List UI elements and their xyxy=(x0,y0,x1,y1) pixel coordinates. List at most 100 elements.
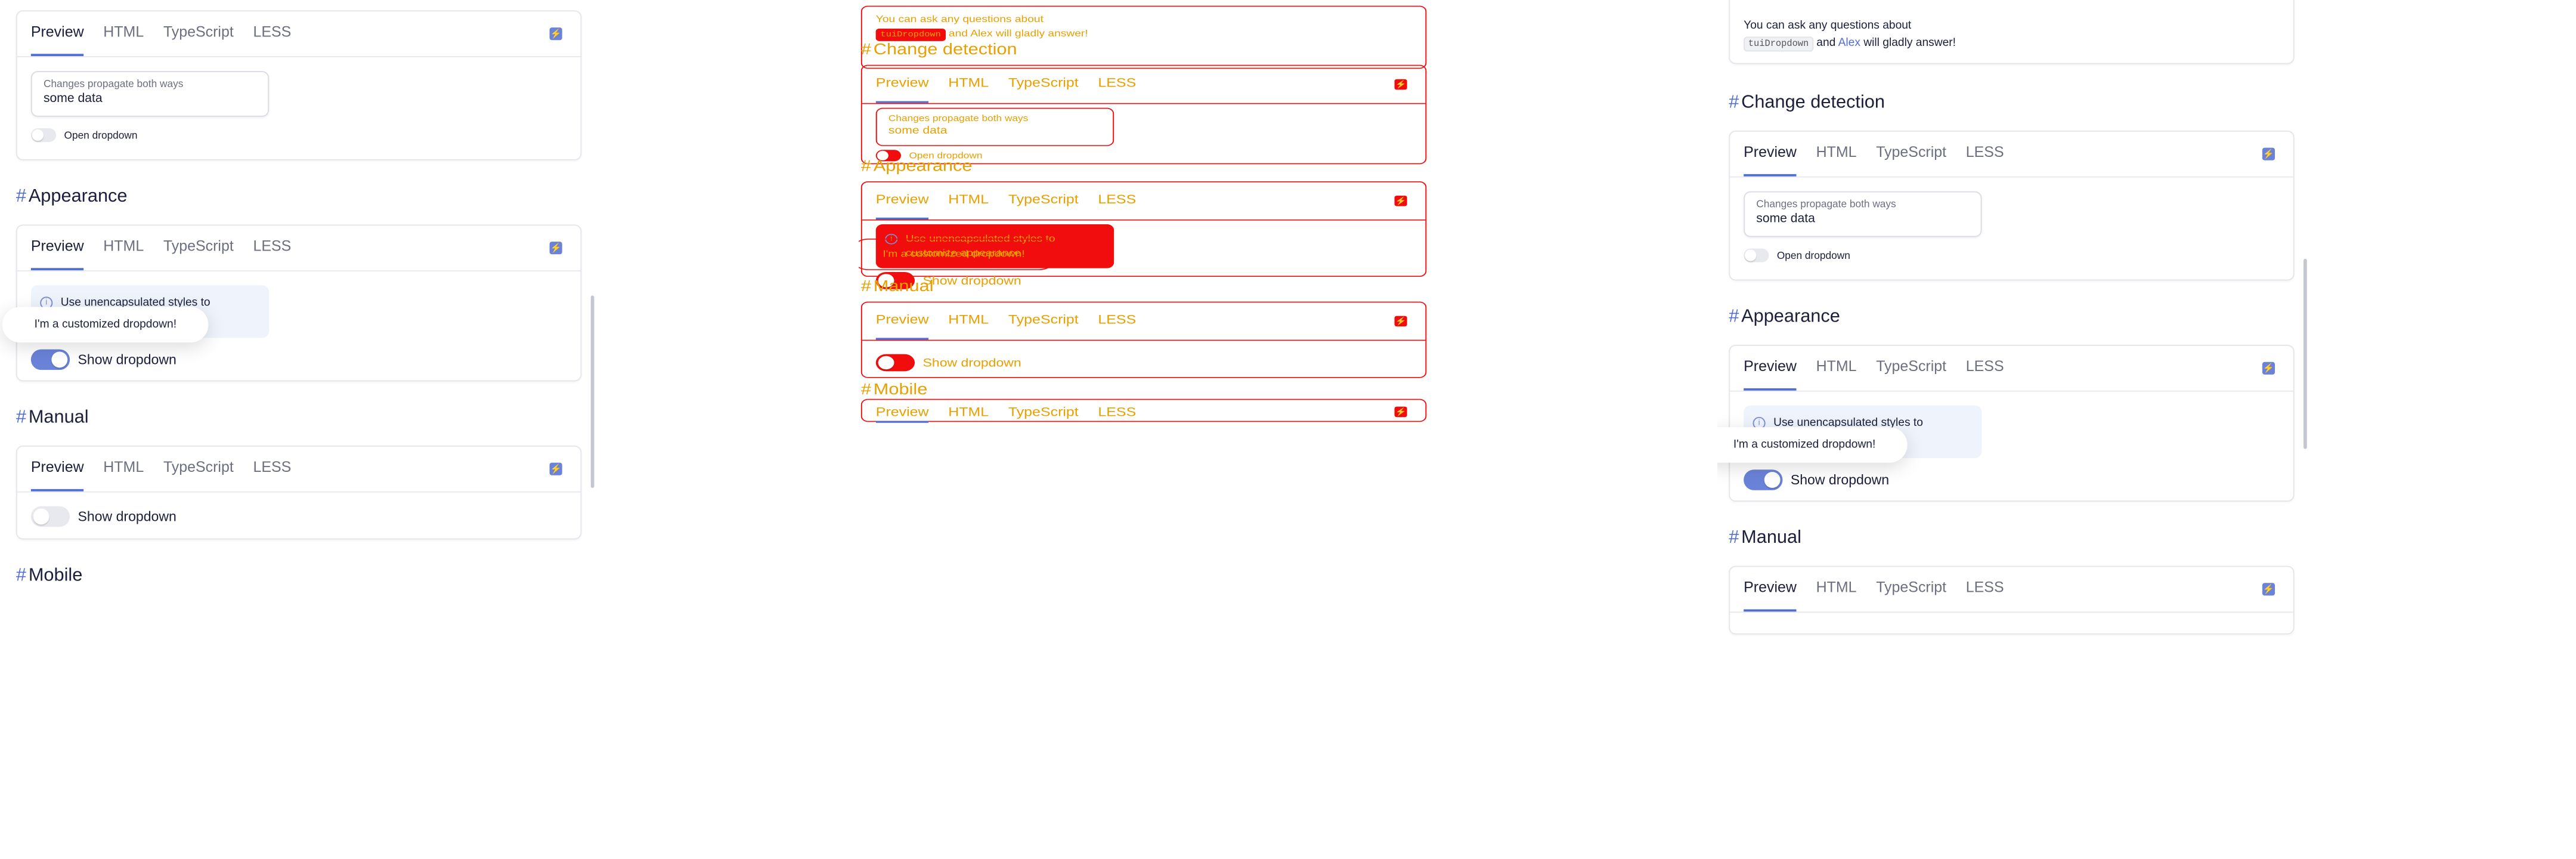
tab-html[interactable]: HTML xyxy=(948,73,989,103)
tab-less[interactable]: LESS xyxy=(1098,189,1136,220)
anchor-link[interactable]: # xyxy=(1729,93,1739,113)
tab-typescript[interactable]: TypeScript xyxy=(1876,575,1946,611)
scrollbar[interactable] xyxy=(2303,258,2307,449)
anchor-link[interactable]: # xyxy=(16,566,26,585)
heading-manual: # Manual xyxy=(16,408,89,429)
toggle-label: Show dropdown xyxy=(922,274,1021,288)
tab-html[interactable]: HTML xyxy=(1816,354,1857,390)
bolt-icon[interactable]: ⚡ xyxy=(2262,147,2275,160)
alex-link[interactable]: Alex xyxy=(1838,36,1860,49)
tab-preview[interactable]: Preview xyxy=(875,404,929,423)
bolt-icon[interactable]: ⚡ xyxy=(1394,316,1407,327)
toggle-label: Open dropdown xyxy=(64,129,138,141)
bolt-icon[interactable]: ⚡ xyxy=(1394,79,1407,90)
tab-typescript[interactable]: TypeScript xyxy=(1008,404,1079,423)
tab-html[interactable]: HTML xyxy=(1816,575,1857,611)
heading-mobile: # Mobile xyxy=(861,382,927,399)
tab-typescript[interactable]: TypeScript xyxy=(163,20,234,56)
tab-preview[interactable]: Preview xyxy=(1744,575,1797,612)
tab-typescript[interactable]: TypeScript xyxy=(1008,189,1079,220)
tab-bar: Preview HTML TypeScript LESS ⚡ xyxy=(17,11,581,58)
tab-less[interactable]: LESS xyxy=(253,20,291,56)
tab-preview[interactable]: Preview xyxy=(30,20,84,57)
tab-less[interactable]: LESS xyxy=(1966,575,2004,611)
heading-text: Mobile xyxy=(873,382,928,398)
show-dropdown-toggle[interactable] xyxy=(30,349,70,370)
tab-typescript[interactable]: TypeScript xyxy=(163,234,234,270)
appearance-card: Preview HTML TypeScript LESS ⚡ i Use une… xyxy=(16,224,582,382)
tab-preview[interactable]: Preview xyxy=(30,455,84,492)
tab-less[interactable]: LESS xyxy=(1966,354,2004,390)
heading-text: Appearance xyxy=(1741,307,1840,327)
toggle-label: Show dropdown xyxy=(78,351,177,368)
data-input[interactable]: Changes propagate both ways some data xyxy=(30,71,270,117)
anchor-link[interactable]: # xyxy=(861,42,871,58)
show-dropdown-toggle[interactable] xyxy=(1744,469,1783,490)
tab-less[interactable]: LESS xyxy=(1098,404,1136,423)
tab-preview[interactable]: Preview xyxy=(875,309,929,340)
tab-less[interactable]: LESS xyxy=(253,234,291,270)
toggle-label: Open dropdown xyxy=(1776,249,1850,261)
tab-preview[interactable]: Preview xyxy=(875,189,929,220)
bolt-icon[interactable]: ⚡ xyxy=(2262,361,2275,375)
tab-preview[interactable]: Preview xyxy=(30,234,84,271)
data-input[interactable]: Changes propagate both ways some data xyxy=(1744,191,1982,237)
tab-less[interactable]: LESS xyxy=(1098,309,1136,339)
tab-preview[interactable]: Preview xyxy=(1744,354,1797,391)
ask-text: You can ask any questions about tuiDropd… xyxy=(1744,17,2280,53)
bolt-icon[interactable]: ⚡ xyxy=(549,27,562,41)
tab-less[interactable]: LESS xyxy=(1966,140,2004,176)
anchor-link[interactable]: # xyxy=(16,187,26,206)
customized-dropdown: I'm a customized dropdown! xyxy=(1717,427,1908,463)
ask-suffix: will gladly answer! xyxy=(995,29,1088,39)
heading-appearance: # Appearance xyxy=(16,187,128,208)
show-dropdown-toggle[interactable] xyxy=(30,506,70,527)
anchor-link[interactable]: # xyxy=(16,408,26,428)
left-pane: Preview HTML TypeScript LESS ⚡ Changes p… xyxy=(0,0,859,859)
screenshot-stage: Preview HTML TypeScript LESS ⚡ Changes p… xyxy=(0,0,2576,859)
bolt-icon[interactable]: ⚡ xyxy=(2262,583,2275,596)
tab-preview[interactable]: Preview xyxy=(875,73,929,103)
tab-bar: Preview HTML TypeScript LESS ⚡ xyxy=(1730,346,2293,392)
show-dropdown-row: Show dropdown xyxy=(875,272,1412,289)
show-dropdown-toggle[interactable] xyxy=(875,354,915,372)
tab-typescript[interactable]: TypeScript xyxy=(1008,73,1079,103)
alex-link[interactable]: Alex xyxy=(970,29,992,39)
tab-html[interactable]: HTML xyxy=(103,20,144,56)
ask-card: You can ask any questions about tuiDropd… xyxy=(860,5,1427,69)
show-dropdown-row: Show dropdown xyxy=(1744,469,2280,490)
anchor-link[interactable]: # xyxy=(861,159,871,175)
code-chip: tuiDropdown xyxy=(1744,36,1813,52)
tab-html[interactable]: HTML xyxy=(948,404,989,423)
tab-typescript[interactable]: TypeScript xyxy=(163,455,234,491)
open-dropdown-toggle[interactable] xyxy=(1744,248,1769,262)
ask-text: You can ask any questions about tuiDropd… xyxy=(875,13,1412,42)
field-value: some data xyxy=(1756,212,1815,226)
tab-typescript[interactable]: TypeScript xyxy=(1008,309,1079,339)
anchor-link[interactable]: # xyxy=(861,382,871,398)
scrollbar[interactable] xyxy=(590,295,595,488)
tab-html[interactable]: HTML xyxy=(1816,140,1857,176)
bolt-icon[interactable]: ⚡ xyxy=(549,462,562,475)
open-dropdown-toggle[interactable] xyxy=(30,128,57,143)
tab-less[interactable]: LESS xyxy=(253,455,291,491)
data-input[interactable]: Changes propagate both ways some data xyxy=(875,107,1114,146)
tab-bar: Preview HTML TypeScript LESS ⚡ xyxy=(862,400,1426,423)
anchor-link[interactable]: # xyxy=(1729,307,1739,327)
anchor-link[interactable]: # xyxy=(861,279,871,295)
tab-html[interactable]: HTML xyxy=(948,189,989,220)
tab-less[interactable]: LESS xyxy=(1098,73,1136,103)
tab-typescript[interactable]: TypeScript xyxy=(1876,140,1946,176)
bolt-icon[interactable]: ⚡ xyxy=(1394,406,1407,418)
bolt-icon[interactable]: ⚡ xyxy=(549,242,562,255)
field-value: some data xyxy=(888,125,948,137)
tab-typescript[interactable]: TypeScript xyxy=(1876,354,1946,390)
tab-html[interactable]: HTML xyxy=(103,455,144,491)
tab-html[interactable]: HTML xyxy=(948,309,989,339)
anchor-link[interactable]: # xyxy=(1729,528,1739,548)
open-dropdown-row: Open dropdown xyxy=(1744,248,2280,262)
bolt-icon[interactable]: ⚡ xyxy=(1394,196,1407,206)
tab-preview[interactable]: Preview xyxy=(1744,140,1797,177)
tab-html[interactable]: HTML xyxy=(103,234,144,270)
heading-text: Manual xyxy=(1741,528,1801,548)
